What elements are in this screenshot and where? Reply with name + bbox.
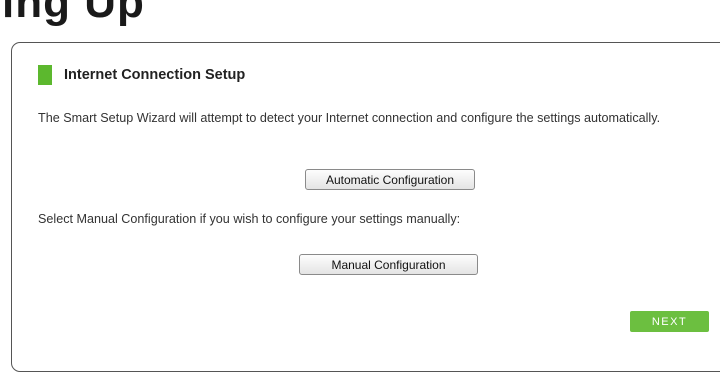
automatic-configuration-button[interactable]: Automatic Configuration [305, 169, 475, 190]
next-button[interactable]: NEXT [630, 311, 709, 332]
section-marker-icon [38, 65, 52, 85]
intro-text: The Smart Setup Wizard will attempt to d… [38, 111, 661, 125]
setup-panel [11, 42, 720, 372]
manual-configuration-button[interactable]: Manual Configuration [299, 254, 478, 275]
manual-configuration-text: Select Manual Configuration if you wish … [38, 212, 461, 226]
section-header: Internet Connection Setup [38, 65, 245, 85]
page-title-fragment: ing Up [2, 0, 145, 27]
section-title: Internet Connection Setup [64, 67, 246, 83]
